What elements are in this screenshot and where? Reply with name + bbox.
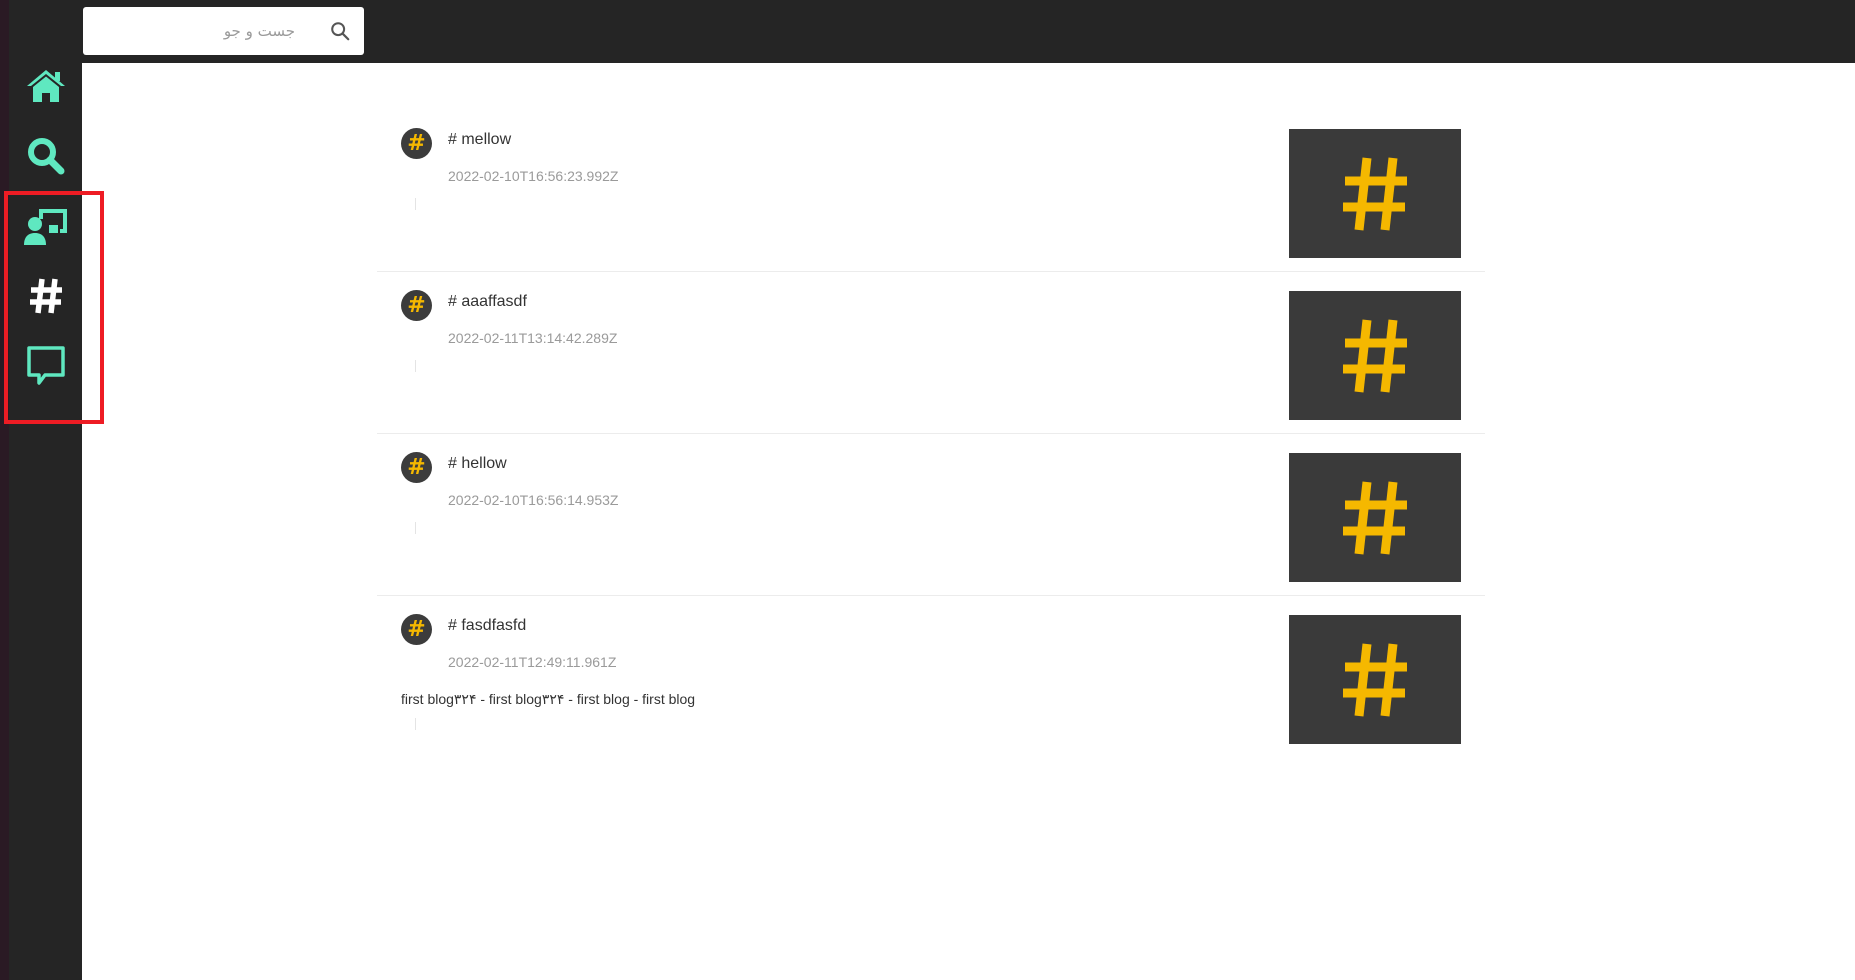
avatar: # [401,128,432,159]
hashtag-icon [1343,481,1407,554]
post-date: 2022-02-10T16:56:14.953Z [448,492,619,508]
divider [415,522,416,534]
sidebar-item-search[interactable] [9,128,82,184]
hashtag-icon [1343,643,1407,716]
post-title[interactable]: # hellow [448,455,507,473]
window-edge [0,0,9,980]
search-box [83,7,364,55]
search-button[interactable] [328,19,352,43]
home-icon [26,70,65,102]
post-date: 2022-02-11T12:49:11.961Z [448,654,617,670]
hashtag-icon: # [407,454,426,480]
avatar: # [401,614,432,645]
sidebar-item-messages[interactable] [9,338,82,394]
chat-bubble-icon [26,346,65,385]
search-icon [27,138,64,175]
search-icon [331,22,350,41]
divider [415,360,416,372]
post-thumbnail[interactable] [1289,453,1461,582]
divider [415,718,416,730]
post-thumbnail[interactable] [1289,291,1461,420]
post-thumbnail[interactable] [1289,129,1461,258]
post-date: 2022-02-10T16:56:23.992Z [448,168,619,184]
avatar: # [401,290,432,321]
hashtag-icon: # [407,292,426,318]
post-date: 2022-02-11T13:14:42.289Z [448,330,618,346]
post-title[interactable]: # fasdfasfd [448,617,526,635]
avatar: # [401,452,432,483]
hashtag-icon: # [407,616,426,642]
sidebar-item-home[interactable] [9,58,82,114]
hashtag-icon [1343,319,1407,392]
hashtag-icon [1343,157,1407,230]
post-card: # # hellow 2022-02-10T16:56:14.953Z [377,434,1485,596]
post-title[interactable]: # aaaffasdf [448,293,527,311]
post-card: # # mellow 2022-02-10T16:56:23.992Z [377,110,1485,272]
sidebar-item-dashboard[interactable] [9,198,82,254]
sidebar-item-hashtags[interactable] [9,268,82,324]
user-presentation-icon [23,209,67,245]
post-card: # # aaaffasdf 2022-02-11T13:14:42.289Z [377,272,1485,434]
post-card: # # fasdfasfd 2022-02-11T12:49:11.961Z f… [377,596,1485,758]
divider [415,198,416,210]
post-title[interactable]: # mellow [448,131,511,149]
post-thumbnail[interactable] [1289,615,1461,744]
search-input[interactable] [83,7,313,55]
post-feed: # # mellow 2022-02-10T16:56:23.992Z # # … [377,110,1485,758]
hashtag-icon: # [407,130,426,156]
post-body: first blog۳۲۴ - first blog۳۲۴ - first bl… [401,691,696,707]
hashtag-icon [29,278,62,314]
